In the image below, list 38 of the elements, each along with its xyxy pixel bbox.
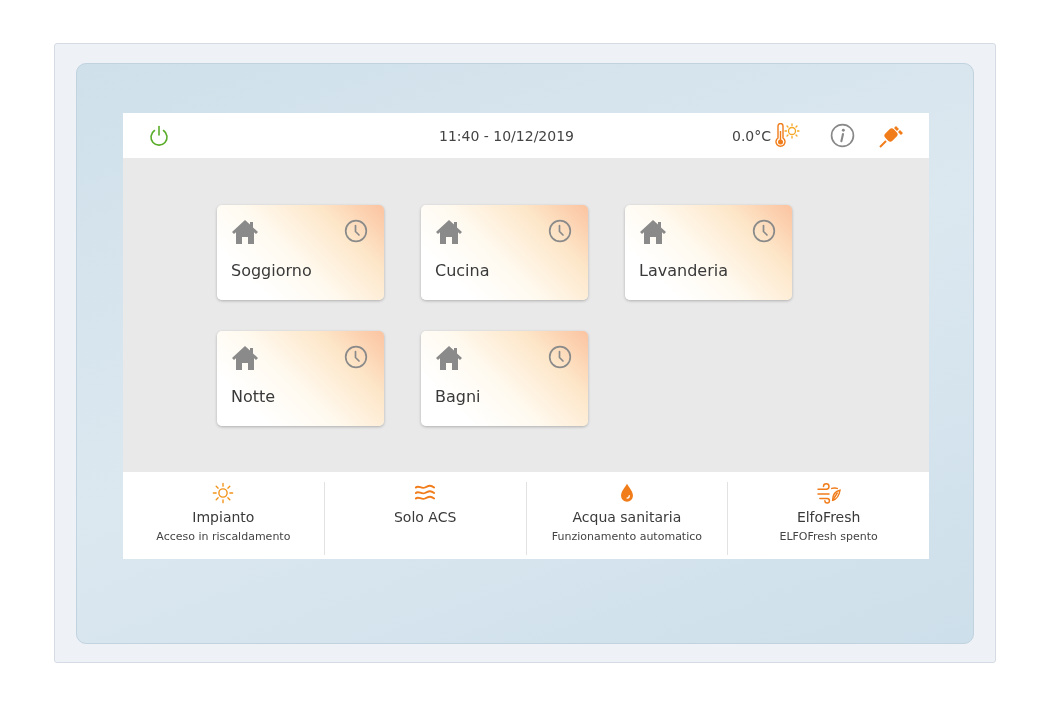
- room-tile[interactable]: Soggiorno: [217, 205, 384, 300]
- room-tile[interactable]: Lavanderia: [625, 205, 792, 300]
- house-icon: [639, 219, 667, 245]
- sun-icon: [212, 482, 235, 504]
- room-name: Notte: [231, 387, 276, 406]
- mode-button[interactable]: Solo ACS: [323, 482, 526, 555]
- mode-title: Solo ACS: [393, 509, 457, 525]
- mode-title: Acqua sanitaria: [572, 509, 682, 525]
- mode-status: Acceso in riscaldamento: [156, 530, 291, 543]
- clock-icon: [344, 345, 368, 369]
- room-name: Bagni: [435, 387, 481, 406]
- house-icon: [231, 219, 259, 245]
- room-name: Soggiorno: [231, 261, 312, 280]
- room-name: Lavanderia: [639, 261, 728, 280]
- room-tile[interactable]: Notte: [217, 331, 384, 426]
- clock-icon: [548, 345, 572, 369]
- air-leaf-icon: [815, 482, 842, 504]
- room-tile[interactable]: Cucina: [421, 205, 588, 300]
- house-icon: [435, 219, 463, 245]
- mode-status: Funzionamento automatico: [551, 530, 702, 543]
- mode-status: ELFOFresh spento: [779, 530, 878, 543]
- info-icon[interactable]: [830, 123, 856, 148]
- mode-title: ElfoFresh: [796, 509, 861, 525]
- mode-title: Impianto: [192, 509, 255, 525]
- house-icon: [231, 345, 259, 371]
- mode-button[interactable]: Acqua sanitaria Funzionamento automatico: [525, 482, 728, 555]
- temperature-reading: 0.0°C: [732, 127, 772, 144]
- power-icon[interactable]: [147, 123, 171, 148]
- clock-icon: [548, 219, 572, 243]
- mode-button[interactable]: Impianto Acceso in riscaldamento: [123, 482, 324, 555]
- clock-icon: [752, 219, 776, 243]
- room-tile[interactable]: Bagni: [421, 331, 588, 426]
- clock-icon: [344, 219, 368, 243]
- mode-button[interactable]: ElfoFresh ELFOFresh spento: [727, 482, 929, 555]
- thermometer-sun-icon: [773, 122, 802, 149]
- room-name: Cucina: [435, 261, 490, 280]
- date-time: 11:40 - 10/12/2019: [439, 127, 574, 144]
- house-icon: [435, 345, 463, 371]
